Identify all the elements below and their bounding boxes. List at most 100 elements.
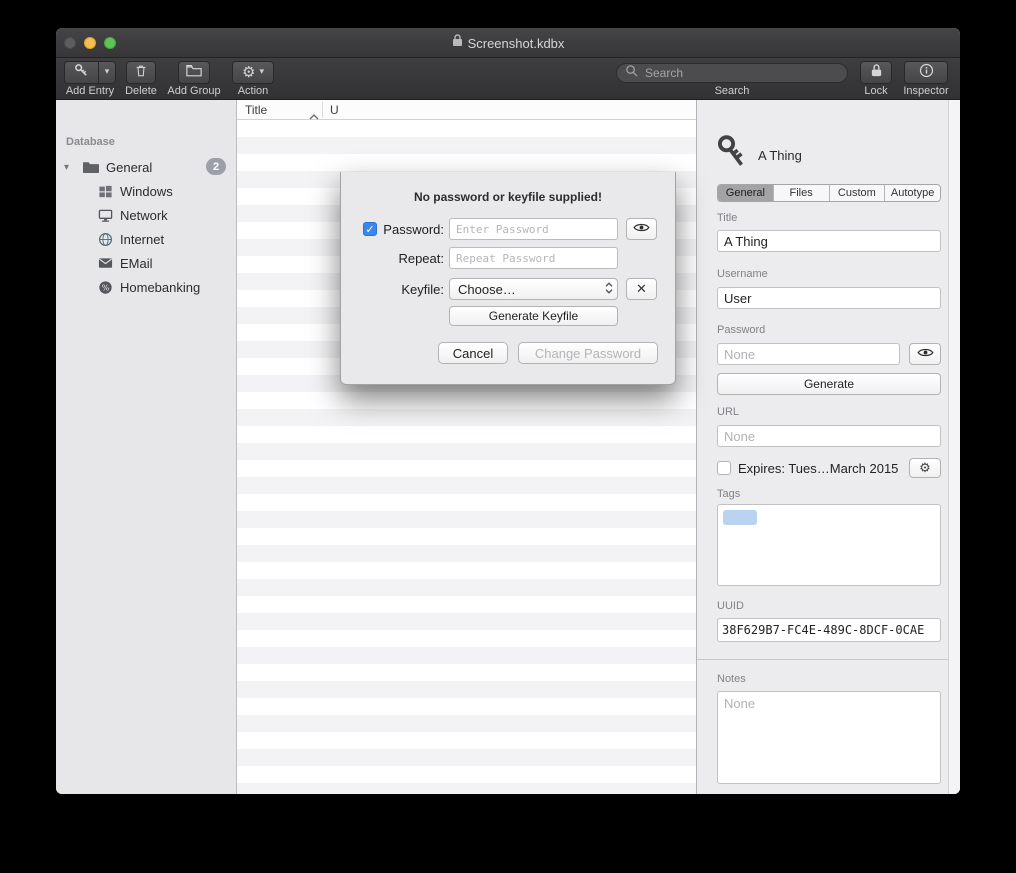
change-password-button[interactable]: Change Password bbox=[518, 342, 658, 364]
key-icon bbox=[713, 132, 749, 177]
sidebar-section-header: Database bbox=[66, 136, 115, 148]
trash-icon bbox=[134, 63, 148, 83]
search-input[interactable] bbox=[643, 65, 839, 81]
entry-count-badge: 2 bbox=[206, 158, 226, 175]
sidebar-item-network[interactable]: Network bbox=[56, 203, 236, 227]
title-field-label: Title bbox=[717, 212, 737, 224]
action-button[interactable]: ⚙ ▾ bbox=[232, 61, 274, 84]
column-divider[interactable] bbox=[322, 102, 323, 118]
sidebar-item-windows[interactable]: Windows bbox=[56, 179, 236, 203]
uuid-input[interactable] bbox=[717, 618, 941, 642]
show-password-button[interactable] bbox=[626, 218, 657, 240]
generate-password-button[interactable]: Generate bbox=[717, 373, 941, 395]
add-group-button[interactable] bbox=[178, 61, 210, 84]
internet-icon bbox=[98, 232, 113, 247]
search-icon bbox=[625, 64, 638, 82]
sidebar-item-internet[interactable]: Internet bbox=[56, 227, 236, 251]
title-bar: Screenshot.kdbx bbox=[56, 28, 960, 58]
document-proxy-icon bbox=[452, 34, 463, 52]
homebanking-icon: % bbox=[98, 280, 113, 295]
toolbar: ▾ Add Entry Delete Add Group ⚙ ▾ Action … bbox=[56, 58, 960, 100]
sidebar-item-label: Windows bbox=[120, 184, 173, 199]
clear-keyfile-button[interactable]: ✕ bbox=[626, 278, 657, 300]
window-title: Screenshot.kdbx bbox=[468, 36, 565, 51]
sidebar-item-label: Homebanking bbox=[120, 280, 200, 295]
keyfile-popup-button[interactable]: Choose… bbox=[449, 278, 618, 300]
expires-settings-button[interactable]: ⚙ bbox=[909, 458, 941, 478]
tab-general[interactable]: General bbox=[718, 185, 774, 201]
tag-pill[interactable] bbox=[723, 510, 757, 525]
sidebar-item-general[interactable]: ▾ General 2 bbox=[56, 155, 236, 179]
lock-button[interactable] bbox=[860, 61, 892, 84]
username-field-label: Username bbox=[717, 268, 768, 280]
eye-icon bbox=[633, 222, 650, 236]
cancel-button[interactable]: Cancel bbox=[438, 342, 508, 364]
generate-keyfile-button[interactable]: Generate Keyfile bbox=[449, 306, 618, 326]
add-entry-dropdown-button[interactable]: ▾ bbox=[98, 61, 116, 84]
sidebar-item-label: Internet bbox=[120, 232, 164, 247]
sidebar-item-email[interactable]: EMail bbox=[56, 251, 236, 275]
inspector-scrollbar[interactable] bbox=[948, 100, 960, 794]
username-input[interactable] bbox=[717, 287, 941, 309]
show-password-button[interactable] bbox=[909, 343, 941, 365]
inspector-tabs: General Files Custom Autotype bbox=[717, 184, 941, 202]
inspector-button[interactable] bbox=[904, 61, 948, 84]
close-x-icon: ✕ bbox=[636, 283, 647, 296]
title-input[interactable] bbox=[717, 230, 941, 252]
password-field-label: Password bbox=[717, 324, 765, 336]
app-window: Screenshot.kdbx ▾ Add Entry Delete Add G… bbox=[56, 28, 960, 794]
folder-icon bbox=[82, 160, 100, 174]
expires-label: Expires: Tues…March 2015 bbox=[738, 461, 898, 476]
add-entry-button[interactable] bbox=[64, 61, 98, 84]
tab-autotype[interactable]: Autotype bbox=[885, 185, 940, 201]
inspector-divider bbox=[697, 659, 960, 660]
url-input[interactable] bbox=[717, 425, 941, 447]
eye-icon bbox=[917, 347, 934, 361]
stepper-updown-icon bbox=[605, 281, 613, 298]
url-field-label: URL bbox=[717, 406, 739, 418]
sidebar-item-homebanking[interactable]: % Homebanking bbox=[56, 275, 236, 299]
inspector-label: Inspector bbox=[890, 85, 960, 97]
tags-field-label: Tags bbox=[717, 488, 740, 500]
password-label: Password: bbox=[341, 222, 444, 237]
column-header-username[interactable]: U bbox=[330, 103, 339, 117]
entry-title: A Thing bbox=[758, 148, 802, 163]
notes-textarea[interactable] bbox=[717, 691, 941, 784]
info-icon bbox=[919, 63, 934, 83]
key-icon bbox=[74, 63, 89, 83]
dialog-password-input[interactable] bbox=[449, 218, 618, 240]
sidebar-item-label: EMail bbox=[120, 256, 153, 271]
column-header-title[interactable]: Title bbox=[245, 103, 267, 117]
email-icon bbox=[98, 257, 113, 269]
dialog-repeat-input[interactable] bbox=[449, 247, 618, 269]
svg-text:%: % bbox=[102, 283, 110, 292]
chevron-down-icon: ▾ bbox=[105, 68, 110, 77]
sidebar-item-label: General bbox=[106, 160, 152, 175]
keyfile-label: Keyfile: bbox=[341, 282, 444, 297]
cancel-button-label: Cancel bbox=[453, 346, 493, 361]
add-group-label: Add Group bbox=[158, 85, 230, 97]
chevron-down-icon: ▾ bbox=[259, 68, 264, 77]
gear-icon: ⚙ bbox=[242, 65, 255, 80]
disclosure-triangle-icon[interactable]: ▾ bbox=[64, 162, 69, 173]
generate-keyfile-label: Generate Keyfile bbox=[489, 309, 578, 323]
keyfile-selected-value: Choose… bbox=[458, 282, 605, 297]
entry-list-header: Title U bbox=[237, 100, 696, 120]
add-entry-label: Add Entry bbox=[56, 85, 126, 97]
notes-field-label: Notes bbox=[717, 673, 746, 685]
sidebar: Database ▾ General 2 Windows Networ bbox=[56, 100, 237, 794]
change-password-dialog: No password or keyfile supplied! ✓ Passw… bbox=[340, 172, 676, 385]
delete-label: Delete bbox=[105, 85, 177, 97]
folder-plus-icon bbox=[186, 64, 202, 82]
expires-checkbox[interactable] bbox=[717, 461, 731, 475]
lock-label: Lock bbox=[840, 85, 912, 97]
change-password-button-label: Change Password bbox=[535, 346, 641, 361]
action-label: Action bbox=[217, 85, 289, 97]
search-field-wrap bbox=[616, 63, 848, 83]
tab-custom[interactable]: Custom bbox=[830, 185, 886, 201]
uuid-field-label: UUID bbox=[717, 600, 744, 612]
delete-button[interactable] bbox=[126, 61, 156, 84]
tab-files[interactable]: Files bbox=[774, 185, 830, 201]
password-input[interactable] bbox=[717, 343, 900, 365]
content-area: Database ▾ General 2 Windows Networ bbox=[56, 100, 960, 794]
